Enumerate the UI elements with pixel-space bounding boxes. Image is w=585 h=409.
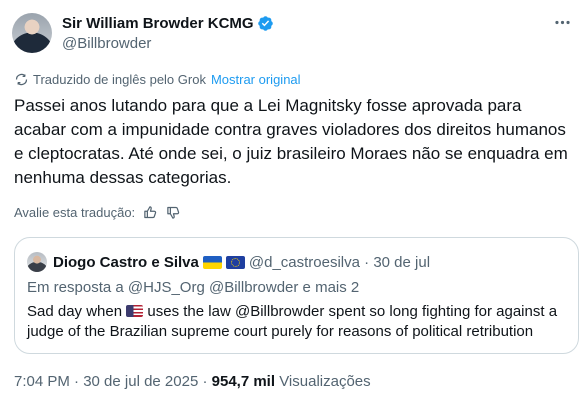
quoted-reply-context: Em resposta a @HJS_Org @Billbrowder e ma… [27,279,359,296]
author-display-name[interactable]: Sir William Browder KCMG [62,14,274,33]
tweet-meta: 7:04 PM · 30 de jul de 2025 · 954,7 mil … [14,373,371,390]
us-flag-icon [126,305,144,317]
views-count: 954,7 mil [211,373,276,390]
quoted-tweet[interactable]: Diogo Castro e Silva @d_castroesilva · 3… [14,237,579,354]
author-display-name-text[interactable]: Sir William Browder KCMG [62,14,254,33]
quoted-tweet-header: Diogo Castro e Silva @d_castroesilva · 3… [27,252,430,272]
eu-flag-icon [225,255,245,269]
thumbs-up-icon[interactable] [143,205,158,220]
quoted-author-handle-date: @d_castroesilva · 30 de jul [248,253,431,271]
quoted-tweet-text: Sad day when uses the law @Billbrowder s… [27,302,572,342]
rate-translation-label: Avalie esta tradução: [14,205,136,220]
author-avatar[interactable] [12,13,52,53]
quoted-text-before-flag: Sad day when [27,303,123,320]
translation-notice-text: Traduzido de inglês pelo Grok [33,72,206,87]
translation-notice: Traduzido de inglês pelo Grok Mostrar or… [14,72,301,87]
ukraine-flag-icon [202,255,222,269]
rate-translation: Avalie esta tradução: [14,205,181,220]
verified-badge-icon [257,16,273,31]
author-handle[interactable]: @Billbrowder [62,34,274,54]
reply-prefix: Em resposta a [27,279,124,296]
views-label: Visualizações [279,373,371,390]
more-options-icon[interactable] [553,13,572,32]
tweet-header: Sir William Browder KCMG @Billbrowder [12,11,572,55]
tweet-text: Passei anos lutando para que a Lei Magni… [14,96,568,187]
thumbs-down-icon[interactable] [166,205,181,220]
translate-icon [15,73,28,86]
quoted-author-name[interactable]: Diogo Castro e Silva [53,254,199,271]
show-original-link[interactable]: Mostrar original [211,72,301,87]
author-names: Sir William Browder KCMG @Billbrowder [62,14,274,54]
reply-to-mentions[interactable]: @HJS_Org @Billbrowder e mais 2 [128,279,359,296]
quoted-author-avatar[interactable] [27,252,47,272]
tweet-timestamp[interactable]: 7:04 PM · 30 de jul de 2025 · [14,373,207,390]
